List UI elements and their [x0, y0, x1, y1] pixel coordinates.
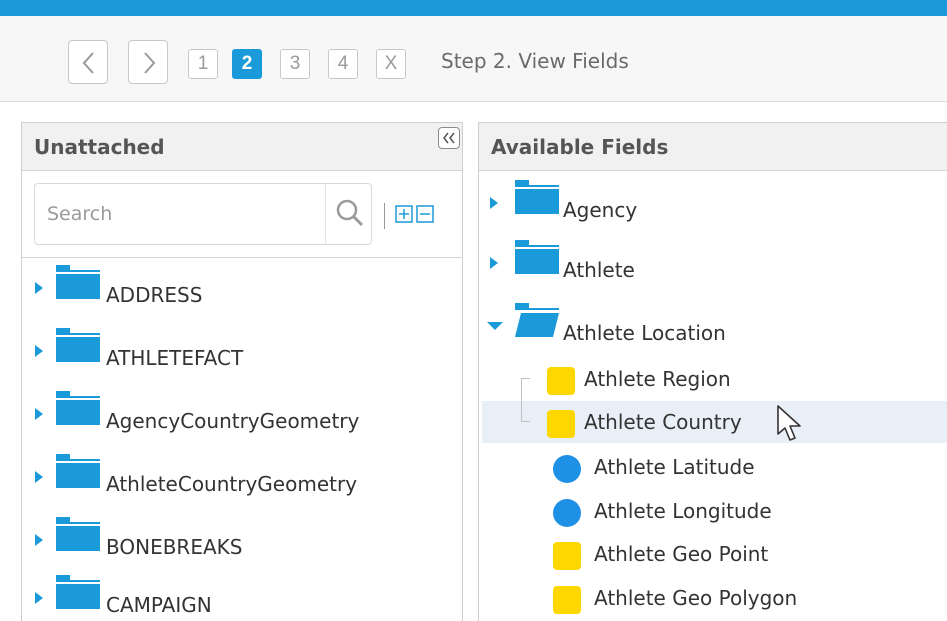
- measure-field-icon: [553, 455, 581, 483]
- chevron-right-icon: [144, 52, 156, 74]
- field-label: Athlete Region: [584, 367, 731, 391]
- field-label: Athlete Longitude: [594, 499, 772, 523]
- caret-right-icon[interactable]: [34, 344, 44, 358]
- panel-title: Unattached: [34, 135, 165, 159]
- folder-icon: [56, 454, 100, 488]
- step-4-button[interactable]: 4: [328, 49, 358, 79]
- caret-right-icon[interactable]: [34, 281, 44, 295]
- tree-item-label: AthleteCountryGeometry: [106, 472, 358, 496]
- dimension-field-icon: [547, 367, 575, 395]
- caret-right-icon[interactable]: [489, 196, 499, 210]
- close-step-button[interactable]: X: [376, 49, 406, 79]
- chevron-left-icon: [82, 52, 94, 74]
- caret-down-icon[interactable]: [486, 321, 504, 331]
- measure-field-icon: [553, 499, 581, 527]
- folder-icon: [56, 575, 100, 609]
- folder-icon: [56, 328, 100, 362]
- folder-open-icon: [515, 303, 559, 337]
- field-label: Athlete Geo Point: [594, 542, 769, 566]
- step-title: Step 2. View Fields: [441, 49, 629, 73]
- top-accent-bar: [0, 0, 947, 16]
- folder-icon: [515, 180, 559, 214]
- folder-icon: [56, 517, 100, 551]
- back-button[interactable]: [68, 40, 108, 84]
- tree-item-label: ADDRESS: [106, 283, 203, 307]
- step-3-button[interactable]: 3: [280, 49, 310, 79]
- collapse-panel-button[interactable]: [438, 127, 460, 149]
- tree-divider: [22, 257, 462, 258]
- search-icon[interactable]: [335, 198, 365, 228]
- mouse-cursor-icon: [777, 405, 801, 441]
- unattached-panel: Unattached ADDRESS ATHLETEFACT: [21, 122, 463, 621]
- folder-icon: [56, 265, 100, 299]
- caret-right-icon[interactable]: [34, 533, 44, 547]
- collapse-all-icon[interactable]: [416, 205, 434, 223]
- tree-item-label: ATHLETEFACT: [106, 346, 244, 370]
- forward-button[interactable]: [128, 40, 168, 84]
- caret-right-icon[interactable]: [489, 256, 499, 270]
- step-1-button[interactable]: 1: [188, 49, 218, 79]
- caret-right-icon[interactable]: [34, 407, 44, 421]
- search-input[interactable]: [47, 198, 297, 230]
- dimension-field-icon: [547, 410, 575, 438]
- field-label: Athlete Country: [584, 410, 742, 434]
- tree-item-label: CAMPAIGN: [106, 593, 212, 617]
- folder-icon: [515, 240, 559, 274]
- available-fields-header: Available Fields: [479, 123, 947, 171]
- field-label: Athlete Latitude: [594, 455, 755, 479]
- caret-right-icon[interactable]: [34, 591, 44, 605]
- folder-icon: [56, 391, 100, 425]
- tree-item-label: BONEBREAKS: [106, 535, 243, 559]
- step-2-button[interactable]: 2: [232, 49, 262, 79]
- tree-item-label: AgencyCountryGeometry: [106, 409, 360, 433]
- tree-guide-line: [521, 378, 530, 422]
- search-divider: [325, 184, 326, 244]
- dimension-field-icon: [553, 542, 581, 570]
- field-label: Athlete Geo Polygon: [594, 586, 798, 610]
- toolbar-divider: [384, 203, 385, 229]
- tree-item-label: Athlete: [563, 258, 635, 282]
- dimension-field-icon: [553, 586, 581, 614]
- wizard-toolbar: 1 2 3 4 X Step 2. View Fields: [0, 16, 947, 102]
- panel-title: Available Fields: [491, 135, 669, 159]
- expand-all-icon[interactable]: [395, 205, 413, 223]
- search-box: [34, 183, 372, 245]
- double-chevron-left-icon: [443, 132, 455, 144]
- tree-item-label: Agency: [563, 198, 638, 222]
- tree-item-label: Athlete Location: [563, 321, 726, 345]
- caret-right-icon[interactable]: [34, 470, 44, 484]
- unattached-panel-header: Unattached: [22, 123, 462, 171]
